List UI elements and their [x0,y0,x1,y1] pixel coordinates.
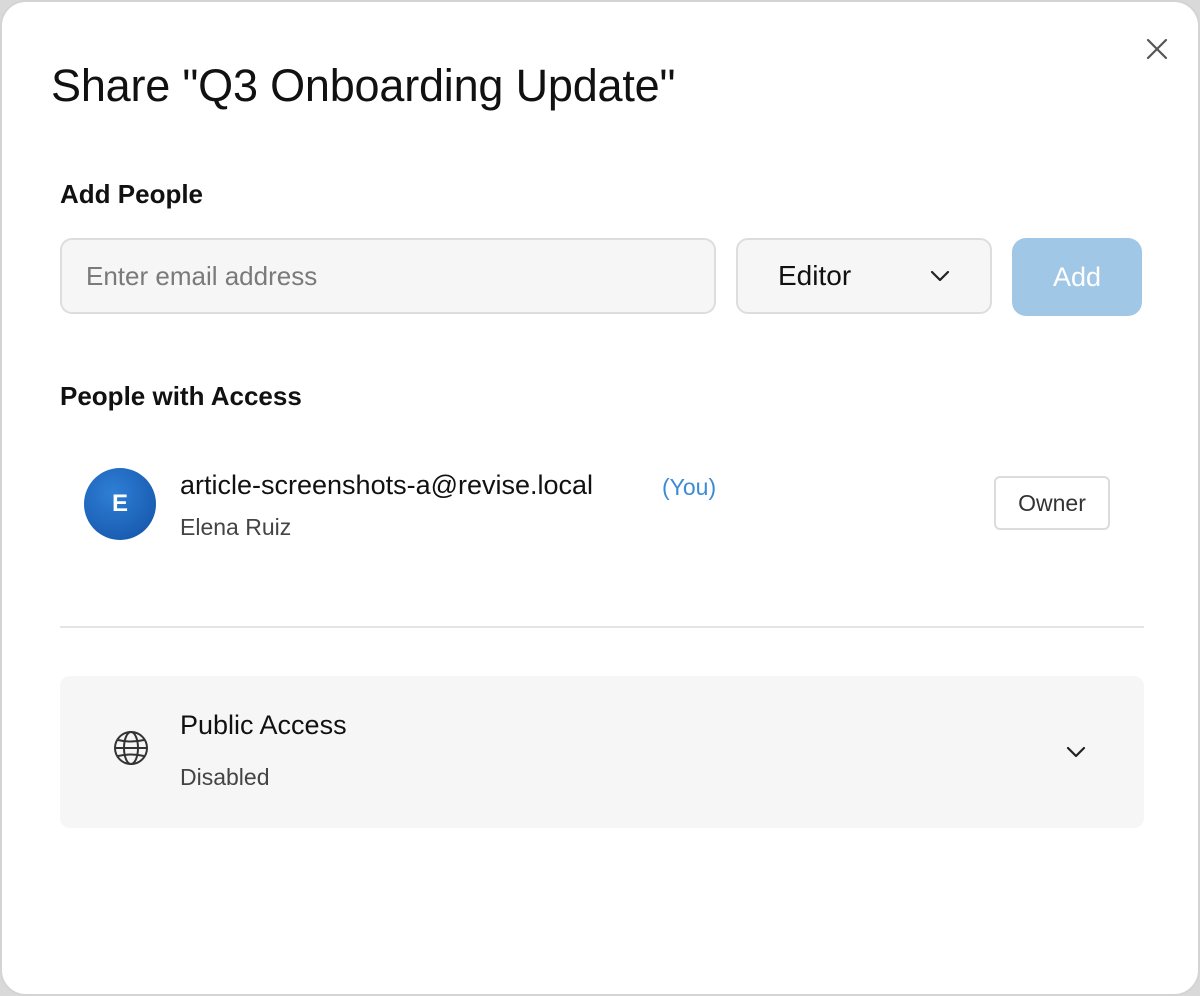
you-tag: (You) [662,474,717,500]
avatar: E [84,468,156,540]
share-dialog: Share "Q3 Onboarding Update" Add People … [0,0,1200,996]
dialog-title: Share "Q3 Onboarding Update" [51,60,676,111]
public-access-status: Disabled [180,764,270,790]
chevron-down-icon [1066,746,1086,758]
divider [60,626,1144,628]
person-email: article-screenshots-a@revise.local [180,470,594,500]
access-list-item: E article-screenshots-a@revise.local (Yo… [60,450,1144,560]
email-input[interactable] [60,238,716,314]
chevron-down-icon [930,270,950,282]
close-icon [1146,38,1168,60]
close-button[interactable] [1143,35,1171,63]
public-access-panel[interactable]: Public Access Disabled [60,676,1144,828]
add-people-heading: Add People [60,179,204,209]
people-with-access-heading: People with Access [60,381,302,411]
public-access-title: Public Access [180,710,347,740]
role-select[interactable]: Editor [736,238,992,314]
add-button[interactable]: Add [1012,238,1142,316]
globe-icon [114,731,148,765]
person-name: Elena Ruiz [180,514,292,540]
role-select-value: Editor [778,260,852,291]
role-badge: Owner [994,476,1110,530]
